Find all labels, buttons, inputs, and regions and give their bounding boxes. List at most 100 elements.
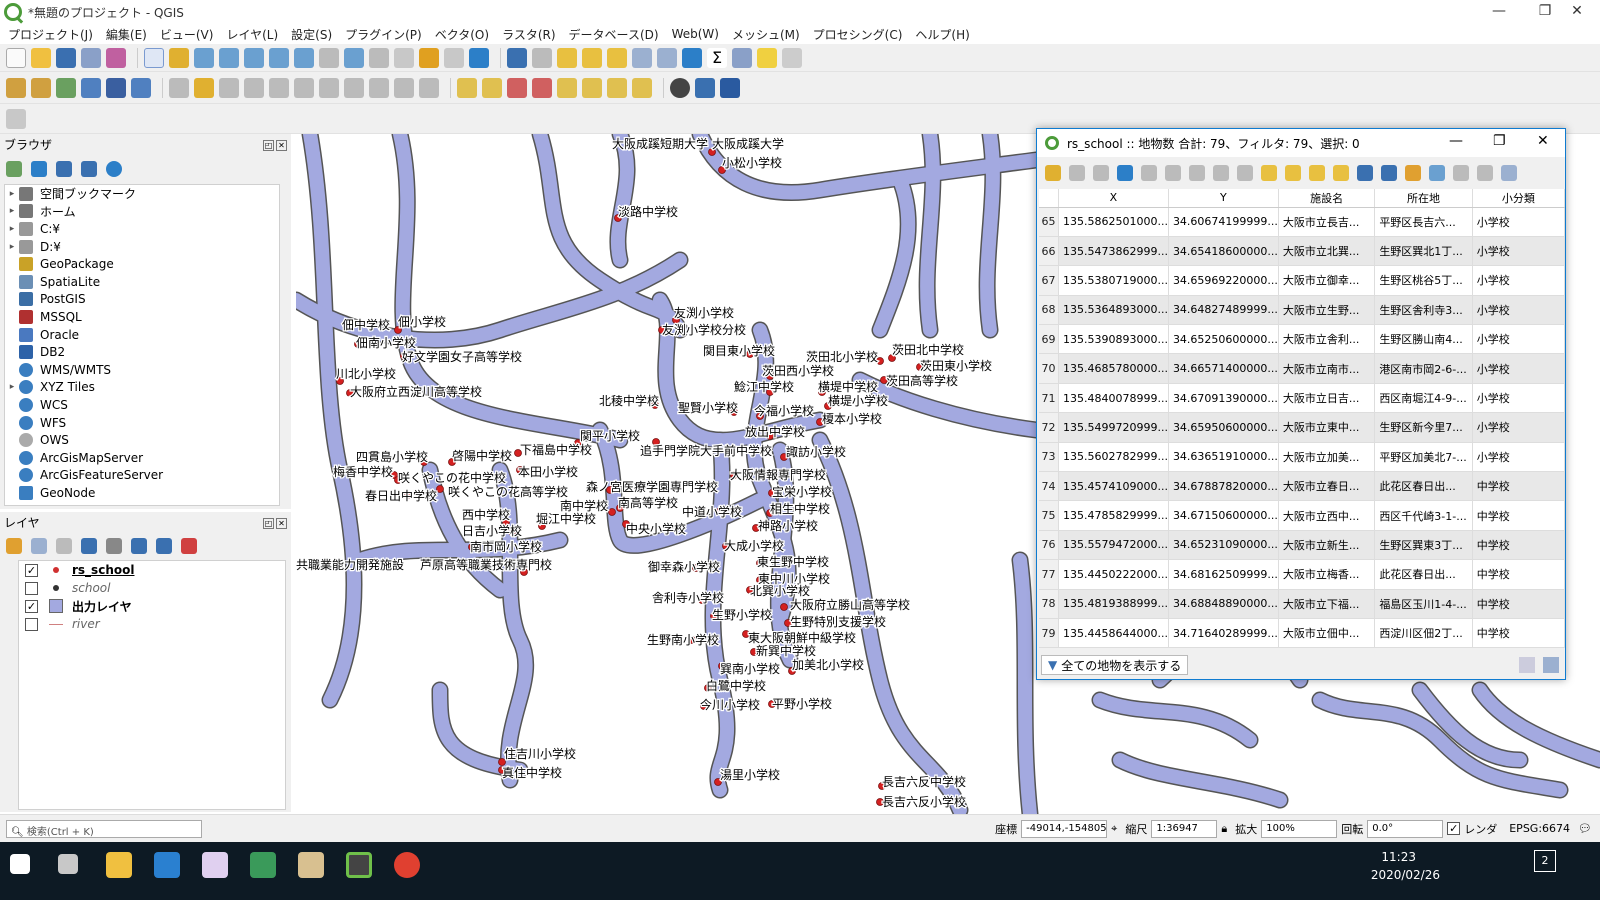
row-number[interactable]: 69 (1039, 324, 1059, 355)
table-cell[interactable]: 34.65418600000... (1168, 236, 1279, 267)
new-field-icon[interactable] (1453, 165, 1469, 181)
menu-raster[interactable]: ラスタ(R) (502, 26, 555, 43)
paste-icon[interactable] (369, 77, 389, 98)
menu-project[interactable]: プロジェクト(J) (8, 26, 93, 43)
text-annotation-icon[interactable] (782, 47, 802, 68)
table-cell[interactable]: 生野区勝山南4... (1374, 324, 1473, 355)
copy-icon[interactable] (344, 77, 364, 98)
new-project-icon[interactable] (6, 47, 26, 68)
messages-icon[interactable]: 💬︎ (1578, 822, 1592, 835)
table-cell[interactable]: 小学校 (1472, 207, 1566, 237)
table-row[interactable]: 71 135.4840078999... 34.67091390000... 大阪市立… (1039, 383, 1566, 414)
digitize-icon[interactable] (169, 77, 189, 98)
table-cell[interactable]: 中学校 (1472, 500, 1566, 531)
edge-browser-icon[interactable] (154, 852, 180, 878)
expand-arrow-icon[interactable]: ▸ (5, 382, 19, 392)
save-edits-icon[interactable] (219, 77, 239, 98)
table-row[interactable]: 77 135.4450222000... 34.68162509999... 大阪市立… (1039, 559, 1566, 590)
filter-icon[interactable] (56, 161, 72, 177)
move-selection-top-icon[interactable] (1381, 165, 1397, 181)
column-header-x[interactable]: X (1058, 189, 1169, 208)
layer-item[interactable]: ✓ 出力レイヤ (19, 597, 285, 615)
browser-item[interactable]: Oracle (5, 326, 279, 344)
lock-icon[interactable]: 🔒︎ (1221, 822, 1227, 836)
deselect-all-icon[interactable] (1333, 165, 1349, 181)
paste-icon[interactable] (1237, 165, 1253, 181)
table-cell[interactable]: 34.65950600000... (1168, 412, 1279, 443)
table-cell[interactable]: 大阪市立加美... (1278, 442, 1376, 473)
browser-item[interactable]: GeoPackage (5, 255, 279, 273)
layout-manager-icon[interactable] (6, 108, 26, 129)
table-row[interactable]: 79 135.4458644000... 34.71640289999... 大阪市立… (1039, 618, 1566, 649)
table-cell[interactable]: 小学校 (1472, 353, 1566, 384)
row-number[interactable]: 75 (1039, 500, 1059, 531)
table-cell[interactable]: 34.66571400000... (1168, 353, 1279, 384)
delete-feature-icon[interactable] (1165, 165, 1181, 181)
layer-visibility-checkbox[interactable]: ✓ (25, 563, 38, 577)
add-feature-icon[interactable] (244, 77, 264, 98)
menu-plugins[interactable]: プラグイン(P) (345, 26, 422, 43)
statistics-icon[interactable]: Σ (707, 47, 727, 68)
zoom-last-icon[interactable] (344, 47, 364, 68)
invert-selection-icon[interactable] (1309, 165, 1325, 181)
pan-icon[interactable] (144, 47, 164, 68)
browser-item[interactable]: ArcGisMapServer (5, 449, 279, 467)
copy-icon[interactable] (1213, 165, 1229, 181)
browser-item[interactable]: ▸ ホーム (5, 203, 279, 221)
add-selected-layers-icon[interactable] (6, 161, 22, 177)
table-cell[interactable]: 西区南堀江4-9-... (1374, 383, 1473, 414)
zoom-out-icon[interactable] (219, 47, 239, 68)
pan-to-selected-icon[interactable] (1405, 165, 1421, 181)
table-cell[interactable]: 大阪市立西中... (1278, 500, 1376, 531)
extents-toggle-icon[interactable]: ⌖ (1111, 822, 1117, 836)
table-cell[interactable]: 此花区春日出... (1374, 471, 1473, 502)
table-cell[interactable]: 135.5380719000... (1058, 265, 1169, 296)
table-cell[interactable]: 34.71640289999... (1168, 618, 1279, 649)
table-cell[interactable]: 中学校 (1472, 530, 1566, 561)
pan-to-selection-icon[interactable] (169, 47, 189, 68)
label-highlight-icon[interactable] (482, 77, 502, 98)
browser-item[interactable]: PostGIS (5, 291, 279, 309)
table-cell[interactable]: 34.67887820000... (1168, 471, 1279, 502)
rotate-label-icon[interactable] (607, 77, 627, 98)
float-panel-icon[interactable]: ◰ (263, 140, 274, 151)
row-number[interactable]: 74 (1039, 471, 1059, 502)
delete-selected-icon[interactable] (294, 77, 314, 98)
table-cell[interactable]: 34.64827489999... (1168, 295, 1279, 326)
browser-item[interactable]: GeoNode (5, 484, 279, 502)
notification-badge[interactable]: 2 (1534, 850, 1556, 872)
maximize-button[interactable]: ❐ (1493, 133, 1506, 149)
zoom-layer-icon[interactable] (294, 47, 314, 68)
qgis-taskbar-icon[interactable] (346, 852, 372, 878)
school-point[interactable] (608, 508, 616, 516)
select-by-value-icon[interactable] (582, 47, 602, 68)
table-cell[interactable]: 34.65231090000... (1168, 530, 1279, 561)
show-hide-label-icon[interactable] (557, 77, 577, 98)
menu-web[interactable]: Web(W) (672, 27, 719, 41)
expand-arrow-icon[interactable]: ▸ (5, 189, 19, 199)
table-row[interactable]: 73 135.5602782999... 34.63651910000... 大阪市立… (1039, 442, 1566, 473)
table-cell[interactable]: 大阪市立南市... (1278, 353, 1376, 384)
identify-icon[interactable] (507, 47, 527, 68)
table-cell[interactable]: 福島区玉川1-4-... (1374, 589, 1473, 619)
layer-styling-icon[interactable] (6, 538, 22, 554)
add-raster-layer-icon[interactable] (81, 77, 101, 98)
menu-view[interactable]: ビュー(V) (160, 26, 214, 43)
table-row[interactable]: 72 135.5499720999... 34.65950600000... 大阪市立… (1039, 412, 1566, 443)
table-row[interactable]: 74 135.4574109000... 34.67887820000... 大阪市立… (1039, 471, 1566, 502)
new-map-view-icon[interactable] (394, 47, 414, 68)
layer-item[interactable]: school (19, 579, 285, 597)
close-button[interactable]: ✕ (1537, 133, 1549, 149)
close-button[interactable]: ✕ (1554, 0, 1600, 24)
style-manager-icon[interactable] (106, 47, 126, 68)
delete-field-icon[interactable] (1477, 165, 1493, 181)
table-cell[interactable]: 生野区巽東3丁... (1374, 530, 1473, 561)
expand-arrow-icon[interactable]: ▸ (5, 242, 19, 252)
save-edits-icon[interactable] (1093, 165, 1109, 181)
table-cell[interactable]: 大阪市立御幸... (1278, 265, 1376, 296)
open-project-icon[interactable] (31, 47, 51, 68)
table-cell[interactable]: 34.68162509999... (1168, 559, 1279, 590)
menu-layer[interactable]: レイヤ(L) (226, 26, 278, 43)
table-cell[interactable]: 生野区桃谷5丁... (1374, 265, 1473, 296)
processing-toolbox-icon[interactable] (682, 47, 702, 68)
